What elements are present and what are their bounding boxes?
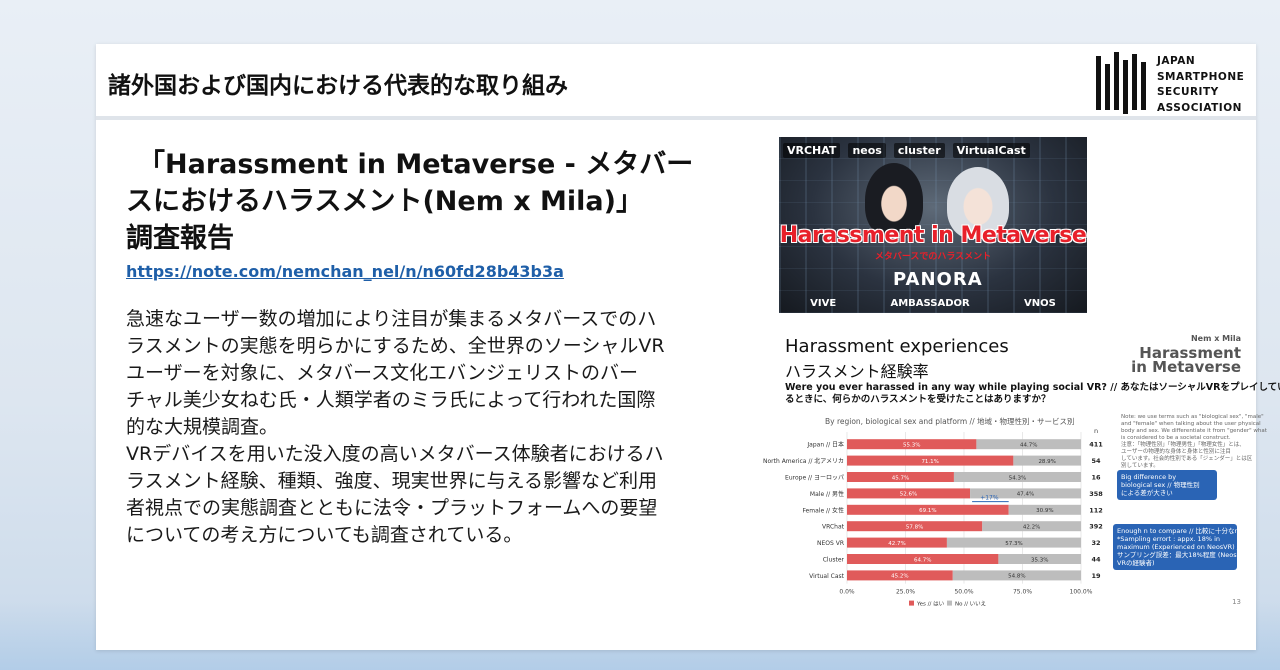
description-line: ラスメント経験、種類、強度、現実世界に与える影響など利用 (126, 470, 658, 492)
description-line: ラスメントの実態を明らかにするため、全世界のソーシャルVR (126, 335, 665, 357)
category-label: Female // 女性 (802, 506, 844, 514)
data-label-no: 42.2% (1023, 525, 1040, 531)
x-tick-label: 0.0% (839, 589, 855, 596)
category-label: NEOS VR (817, 540, 844, 547)
banner-sponsors: VIVE AMBASSADOR VNOS (783, 298, 1083, 309)
legend-swatch-no (947, 600, 952, 606)
jssa-logo: JAPAN SMARTPHONE SECURITY ASSOCIATION (1094, 50, 1254, 116)
category-label: Japan // 日本 (806, 441, 844, 449)
logo-line: JAPAN (1157, 55, 1196, 67)
callout-line: maximum (Experienced on NeosVR) // (1117, 543, 1242, 551)
report-banner-image: VRCHAT neos cluster VirtualCast Harassme… (779, 137, 1087, 313)
data-label-yes: 42.7% (888, 541, 905, 547)
data-label-no: 35.3% (1031, 557, 1048, 563)
data-label-yes: 69.1% (919, 508, 936, 514)
callout-line: Big difference by (1121, 473, 1177, 481)
report-link[interactable]: https://note.com/nemchan_nel/n/n60fd28b4… (126, 262, 564, 281)
ambassador-logo: AMBASSADOR (890, 298, 970, 309)
data-label-yes: 45.2% (891, 574, 908, 580)
x-tick-label: 100.0% (1070, 589, 1093, 596)
callout-sample-size: Enough n to compare // 比較に十分なn数 *Sampling… (1113, 524, 1246, 570)
diff-label: +17% (980, 495, 999, 502)
logo-line: SECURITY (1157, 86, 1219, 98)
banner-title: Harassment in Metaverse (779, 223, 1087, 248)
banner-subtitle: メタバースでのハラスメント (874, 252, 992, 262)
x-tick-label: 75.0% (1013, 589, 1032, 596)
n-value: 16 (1091, 474, 1101, 482)
data-label-no: 54.8% (1008, 574, 1025, 580)
cluster-logo: cluster (893, 142, 945, 158)
x-tick-label: 50.0% (954, 589, 973, 596)
callout-line: *Sampling errort : appx. 18% in (1117, 535, 1221, 543)
data-label-yes: 52.6% (900, 492, 917, 498)
data-label-no: 28.9% (1038, 459, 1055, 465)
description-line: チャル美少女ねむ氏・人類学者のミラ氏によって行われた国際 (126, 389, 656, 411)
data-label-no: 44.7% (1020, 443, 1037, 449)
chart-page-number: 13 (1232, 598, 1241, 606)
description: 急速なユーザー数の増加により注目が集まるメタバースでのハ ラスメントの実態を明ら… (126, 306, 736, 549)
n-value: 54 (1091, 457, 1101, 465)
callout-line: による差が大きい (1121, 489, 1173, 497)
virtualcast-logo: VirtualCast (952, 142, 1030, 158)
category-label: Virtual Cast (809, 573, 845, 580)
logo-line: ASSOCIATION (1157, 101, 1242, 114)
data-label-no: 30.9% (1036, 508, 1053, 514)
n-value: 411 (1089, 441, 1103, 449)
n-value: 392 (1089, 523, 1103, 531)
slide-header: 諸外国および国内における代表的な取り組み JAPAN SMARTPHONE SE… (96, 44, 1256, 120)
neos-logo: neos (848, 142, 886, 158)
slide: 諸外国および国内における代表的な取り組み JAPAN SMARTPHONE SE… (96, 44, 1280, 650)
description-line: 者視点での実態調査とともに法令・プラットフォームへの要望 (126, 497, 658, 519)
category-label: Male // 男性 (810, 490, 844, 498)
n-value: 112 (1089, 506, 1103, 514)
vnos-logo: VNOS (1024, 298, 1056, 309)
data-label-no: 57.3% (1005, 541, 1022, 547)
data-label-yes: 45.7% (892, 475, 909, 481)
callout-line: Enough n to compare // 比較に十分なn数 (1117, 527, 1246, 535)
panora-logo: PANORA (893, 269, 983, 290)
callout-line: サンプリング誤差：最大18%程度 (Neos (1117, 551, 1237, 559)
data-label-yes: 57.8% (906, 525, 923, 531)
description-line: についての考え方についても調査されている。 (126, 524, 523, 546)
data-label-yes: 71.1% (921, 459, 938, 465)
data-label-yes: 55.3% (903, 443, 920, 449)
harassment-chart: Harassment experiences ハラスメント経験率 Nem x M… (759, 326, 1280, 610)
report-title-line: 「Harassment in Metaverse - メタバー (138, 149, 694, 180)
banner-platform-logos: VRCHAT neos cluster VirtualCast (783, 141, 1083, 159)
slide-title: 諸外国および国内における代表的な取り組み (108, 73, 568, 99)
data-label-no: 47.4% (1017, 492, 1034, 498)
data-label-no: 54.3% (1009, 475, 1026, 481)
callout-line: biological sex // 物理性別 (1121, 481, 1200, 489)
report-title-line: 調査報告 (126, 223, 234, 254)
n-value: 32 (1091, 539, 1100, 547)
n-value: 19 (1091, 572, 1101, 580)
data-label-yes: 64.7% (914, 557, 931, 563)
callout-sex-difference: Big difference by biological sex // 物理性別に… (1117, 470, 1217, 500)
logo-bars-icon (1096, 52, 1146, 114)
description-line: ユーザーを対象に、メタバース文化エバンジェリストのバー (126, 362, 639, 384)
vrchat-logo: VRCHAT (783, 142, 841, 158)
legend-swatch-yes (909, 600, 914, 606)
category-label: North America // 北アメリカ (763, 457, 844, 465)
report-title: 「Harassment in Metaverse - メタバー スにおけるハラス… (126, 146, 726, 257)
logo-text: JAPAN SMARTPHONE SECURITY ASSOCIATION (1157, 54, 1244, 116)
n-header: n (1094, 427, 1098, 435)
category-label: VRChat (822, 524, 845, 531)
callout-line: VRの経験者) (1117, 559, 1155, 567)
category-label: Cluster (823, 557, 845, 564)
legend-label-yes: Yes // はい (916, 601, 945, 608)
description-line: VRデバイスを用いた没入度の高いメタバース体験者におけるハ (126, 443, 664, 465)
report-title-line: スにおけるハラスメント(Nem x Mila)」 (126, 186, 643, 217)
category-label: Europe // ヨーロッパ (785, 475, 844, 482)
logo-line: SMARTPHONE (1157, 70, 1245, 83)
n-value: 44 (1091, 556, 1101, 564)
n-value: 358 (1089, 490, 1103, 498)
description-line: 的な大規模調査。 (126, 416, 279, 438)
x-tick-label: 25.0% (896, 589, 915, 596)
legend-label-no: No // いいえ (955, 601, 986, 608)
vive-logo: VIVE (810, 298, 837, 309)
description-line: 急速なユーザー数の増加により注目が集まるメタバースでのハ (126, 308, 657, 330)
